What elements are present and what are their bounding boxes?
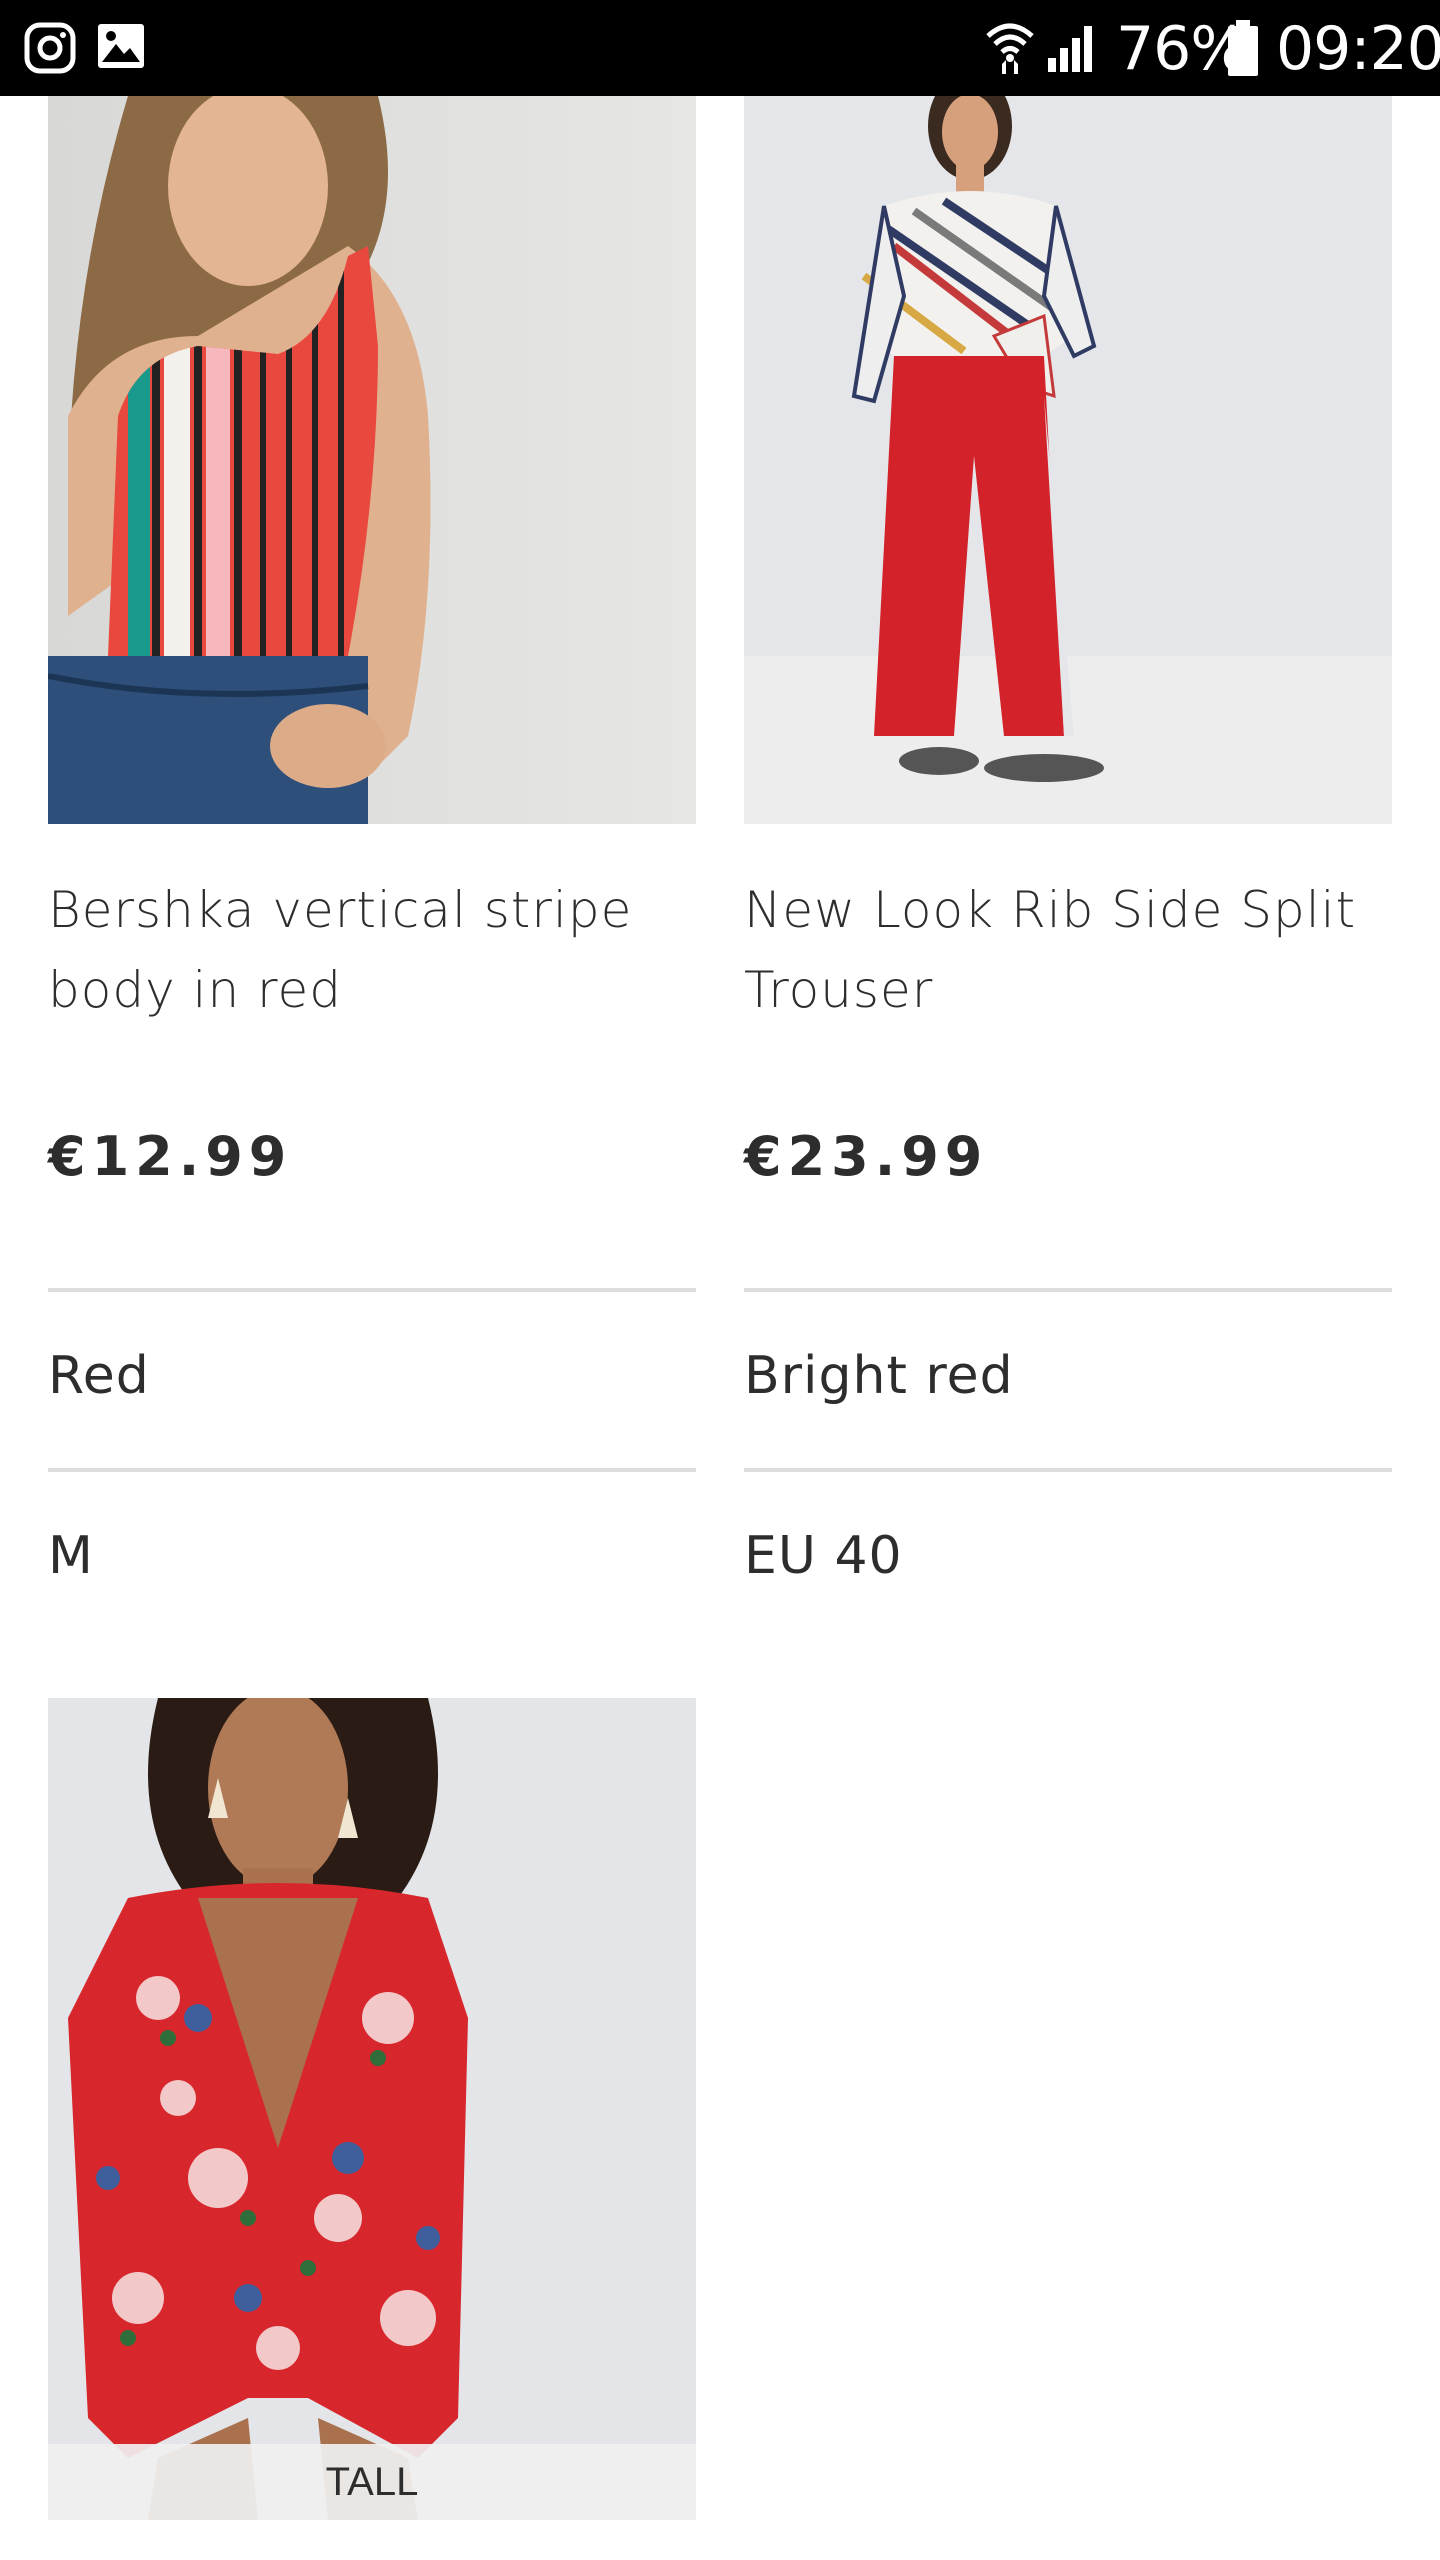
divider	[744, 1288, 1392, 1292]
product-price: €12.99	[48, 1125, 293, 1188]
product-size: EU 40	[744, 1526, 903, 1586]
product-price: €23.99	[744, 1125, 989, 1188]
battery-icon	[1226, 20, 1260, 81]
product-image-striped-body[interactable]	[48, 96, 696, 824]
instagram-icon	[24, 22, 76, 79]
product-color: Bright red	[744, 1346, 1014, 1406]
wifi-icon	[984, 20, 1036, 79]
divider	[744, 1468, 1392, 1472]
status-bar: 76% 09:20	[0, 0, 1440, 96]
product-name[interactable]: Bershka vertical stripe body in red	[48, 870, 696, 1030]
signal-icon	[1046, 22, 1100, 77]
divider	[48, 1288, 696, 1292]
product-image-side-split-trouser[interactable]	[744, 96, 1392, 824]
product-size: M	[48, 1526, 94, 1586]
product-name[interactable]: New Look Rib Side Split Trouser	[744, 870, 1392, 1030]
product-image-floral-playsuit[interactable]	[48, 1698, 696, 2520]
divider	[48, 1468, 696, 1472]
gallery-icon	[96, 22, 146, 75]
product-tag-badge: TALL	[48, 2444, 696, 2520]
clock: 09:20	[1276, 14, 1440, 84]
product-color: Red	[48, 1346, 150, 1406]
